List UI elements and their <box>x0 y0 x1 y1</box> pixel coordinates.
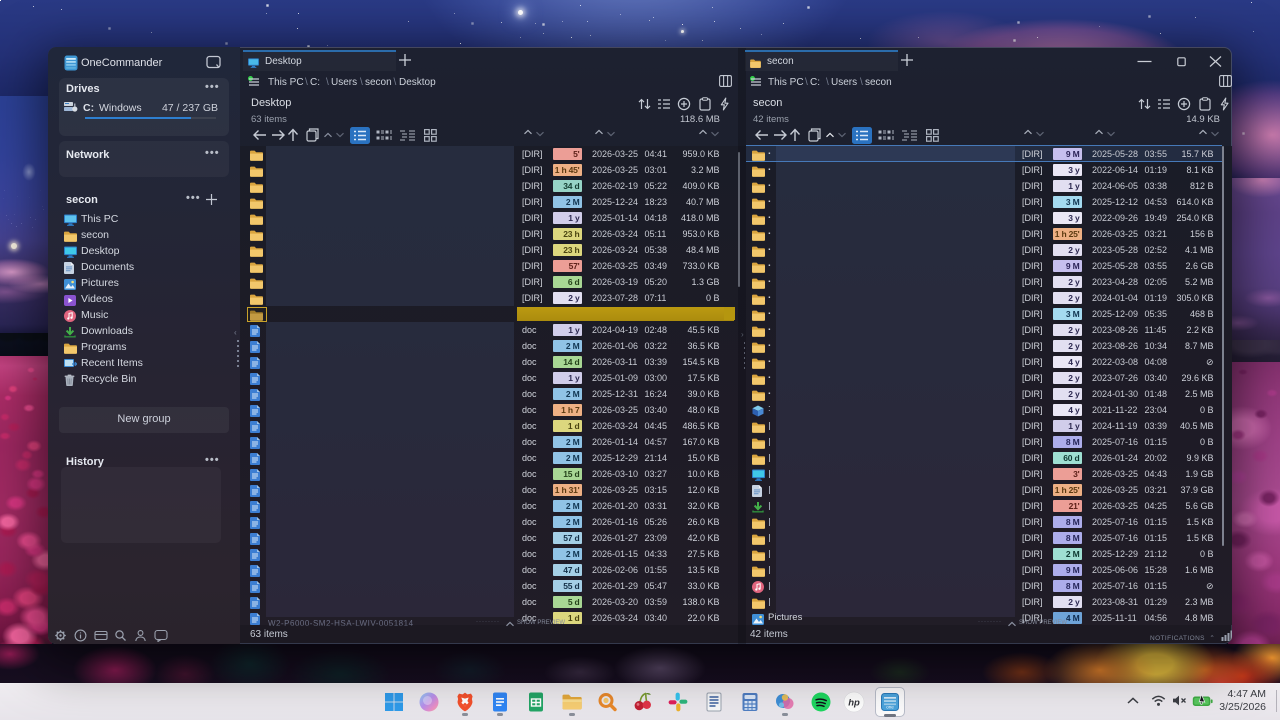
svg-text:hp: hp <box>849 698 861 709</box>
svg-text:one: one <box>886 705 894 710</box>
